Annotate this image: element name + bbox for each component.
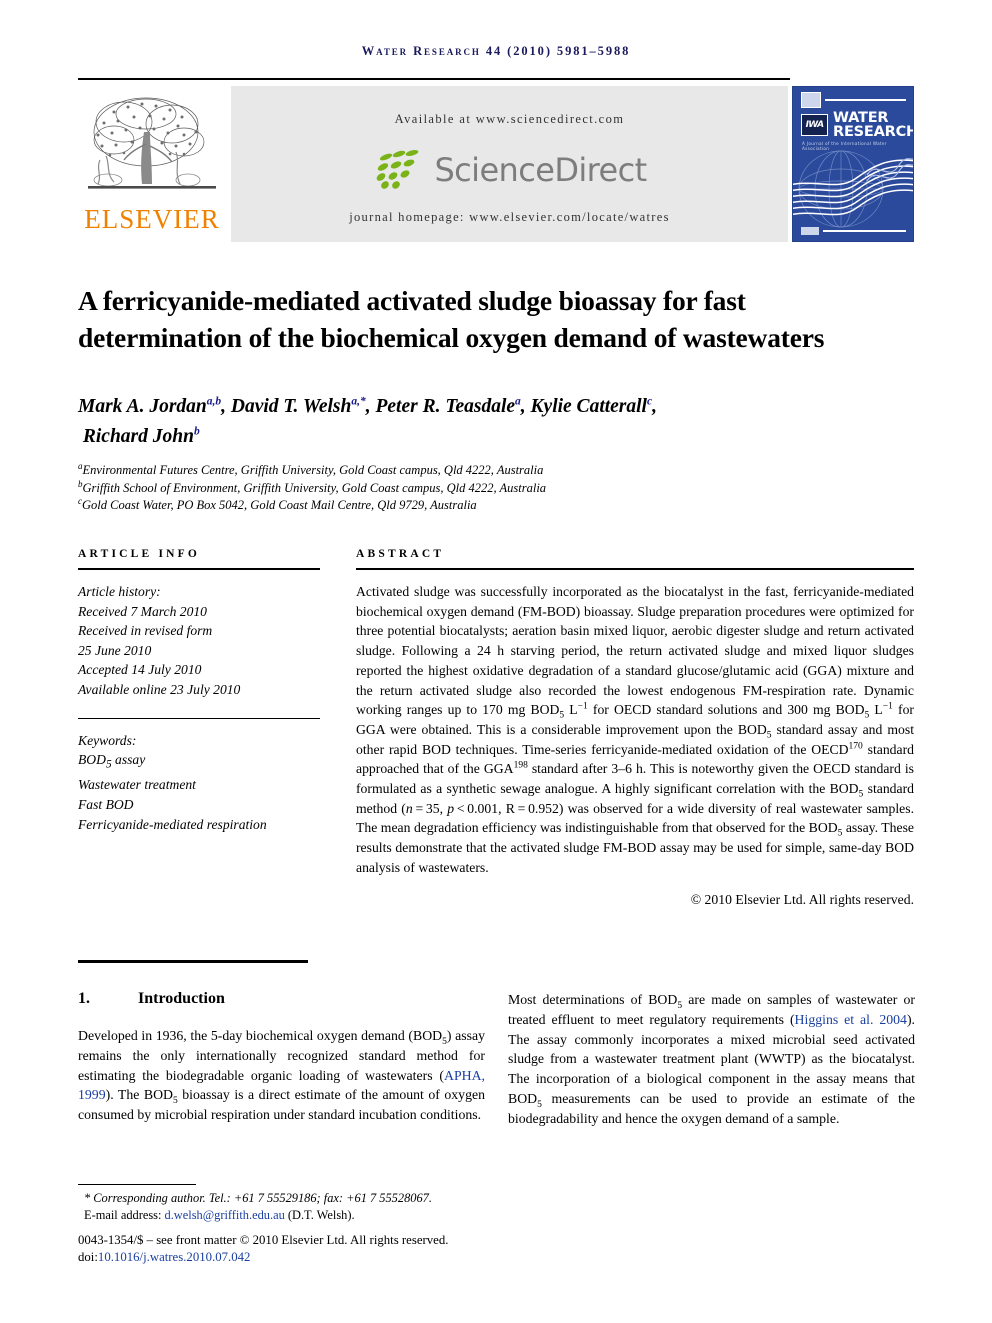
elsevier-tree-icon bbox=[88, 97, 216, 189]
elsevier-wordmark: ELSEVIER bbox=[84, 204, 220, 234]
introduction-left-column: Developed in 1936, the 5-day biochemical… bbox=[78, 1028, 485, 1123]
doi-line[interactable]: doi:10.1016/j.watres.2010.07.042 bbox=[78, 1249, 548, 1266]
imprint-block: 0043-1354/$ – see front matter © 2010 El… bbox=[78, 1232, 548, 1267]
journal-homepage-text[interactable]: journal homepage: www.elsevier.com/locat… bbox=[231, 210, 788, 225]
keyword-item: BOD5 assay bbox=[78, 752, 146, 771]
running-head: Water Research 44 (2010) 5981–5988 bbox=[361, 44, 631, 58]
cover-bottom-bar bbox=[801, 227, 906, 235]
history-item: Received in revised form bbox=[78, 623, 213, 639]
keyword-item: Ferricyanide-mediated respiration bbox=[78, 816, 267, 832]
history-item: Available online 23 July 2010 bbox=[78, 681, 241, 697]
issn-copyright-line: 0043-1354/$ – see front matter © 2010 El… bbox=[78, 1233, 449, 1247]
article-info-column: ARTICLE INFO Article history: Received 7… bbox=[78, 548, 320, 834]
introduction-divider bbox=[78, 960, 308, 963]
journal-article-page: Water Research 44 (2010) 5981–5988 ELSEV… bbox=[0, 0, 992, 1323]
cover-title-line2: RESEARCH bbox=[833, 124, 914, 140]
keywords-label: Keywords: bbox=[78, 732, 137, 748]
sciencedirect-leaf-icon bbox=[377, 150, 419, 189]
author-list: Mark A. Jordana,b, David T. Welsha,*, Pe… bbox=[78, 395, 657, 447]
abstract-divider bbox=[356, 568, 914, 570]
history-item: Accepted 14 July 2010 bbox=[78, 662, 202, 678]
history-item: Received 7 March 2010 bbox=[78, 603, 207, 619]
article-history-label: Article history: bbox=[78, 584, 161, 599]
email-address-note[interactable]: E-mail address: d.welsh@griffith.edu.au … bbox=[78, 1207, 498, 1224]
header-divider bbox=[78, 78, 790, 80]
history-item: 25 June 2010 bbox=[78, 642, 152, 658]
affiliation-text: Griffith School of Environment, Griffith… bbox=[82, 480, 547, 495]
section-title: Introduction bbox=[138, 990, 225, 1007]
article-info-heading: ARTICLE INFO bbox=[78, 548, 201, 560]
journal-header-band: ELSEVIER Available at www.sciencedirect.… bbox=[78, 86, 914, 242]
cover-top-box bbox=[801, 92, 821, 108]
abstract-heading: ABSTRACT bbox=[356, 548, 445, 560]
iwa-label: IWA bbox=[805, 120, 825, 130]
keywords-divider bbox=[78, 717, 320, 719]
corresponding-author-note: * Corresponding author. Tel.: +61 7 5552… bbox=[84, 1191, 432, 1205]
abstract-copyright: © 2010 Elsevier Ltd. All rights reserved… bbox=[690, 891, 914, 907]
article-history-block: Article history: Received 7 March 2010 R… bbox=[78, 582, 320, 700]
keyword-item: Wastewater treatment bbox=[78, 777, 196, 793]
sciencedirect-logo[interactable]: ScienceDirect bbox=[231, 144, 788, 196]
affiliation-list: aEnvironmental Futures Centre, Griffith … bbox=[78, 461, 878, 515]
cover-title-line1: WATER bbox=[833, 110, 889, 126]
cover-bottom-box bbox=[801, 227, 819, 235]
introduction-right-column: Most determinations of BOD5 are made on … bbox=[508, 992, 915, 1126]
affiliation-item: cGold Coast Water, PO Box 5042, Gold Coa… bbox=[78, 496, 878, 515]
affiliation-text: Gold Coast Water, PO Box 5042, Gold Coas… bbox=[82, 498, 477, 512]
keyword-item: Fast BOD bbox=[78, 797, 134, 813]
article-info-divider bbox=[78, 568, 320, 570]
cover-top-bar bbox=[801, 92, 906, 108]
keywords-block: Keywords: BOD5 assay Wastewater treatmen… bbox=[78, 731, 320, 835]
sciencedirect-wordmark: ScienceDirect bbox=[434, 151, 647, 189]
iwa-logo-icon: IWA bbox=[801, 114, 828, 136]
abstract-column: ABSTRACT Activated sludge was successful… bbox=[356, 548, 914, 908]
elsevier-logo[interactable]: ELSEVIER bbox=[78, 86, 226, 242]
footnote-block: * Corresponding author. Tel.: +61 7 5552… bbox=[78, 1190, 498, 1224]
abstract-body: Activated sludge was successfully incorp… bbox=[356, 584, 915, 875]
cover-bottom-line bbox=[823, 230, 906, 232]
available-at-text: Available at www.sciencedirect.com bbox=[394, 112, 625, 126]
cover-top-line bbox=[825, 99, 906, 101]
footnote-divider bbox=[78, 1184, 196, 1185]
cover-title: WATER RESEARCH bbox=[833, 110, 914, 140]
section-number: 1. bbox=[78, 990, 90, 1007]
journal-cover-thumbnail[interactable]: IWA WATER RESEARCH A Journal of the Inte… bbox=[792, 86, 914, 242]
affiliation-text: Environmental Futures Centre, Griffith U… bbox=[82, 463, 544, 477]
sciencedirect-band: Available at www.sciencedirect.com Scien… bbox=[231, 86, 788, 242]
introduction-heading: 1. Introduction bbox=[78, 990, 488, 1008]
cover-wave-graphic bbox=[793, 150, 913, 228]
affiliation-item: bGriffith School of Environment, Griffit… bbox=[78, 479, 878, 498]
article-title: A ferricyanide-mediated activated sludge… bbox=[78, 285, 825, 354]
affiliation-item: aEnvironmental Futures Centre, Griffith … bbox=[78, 461, 878, 480]
